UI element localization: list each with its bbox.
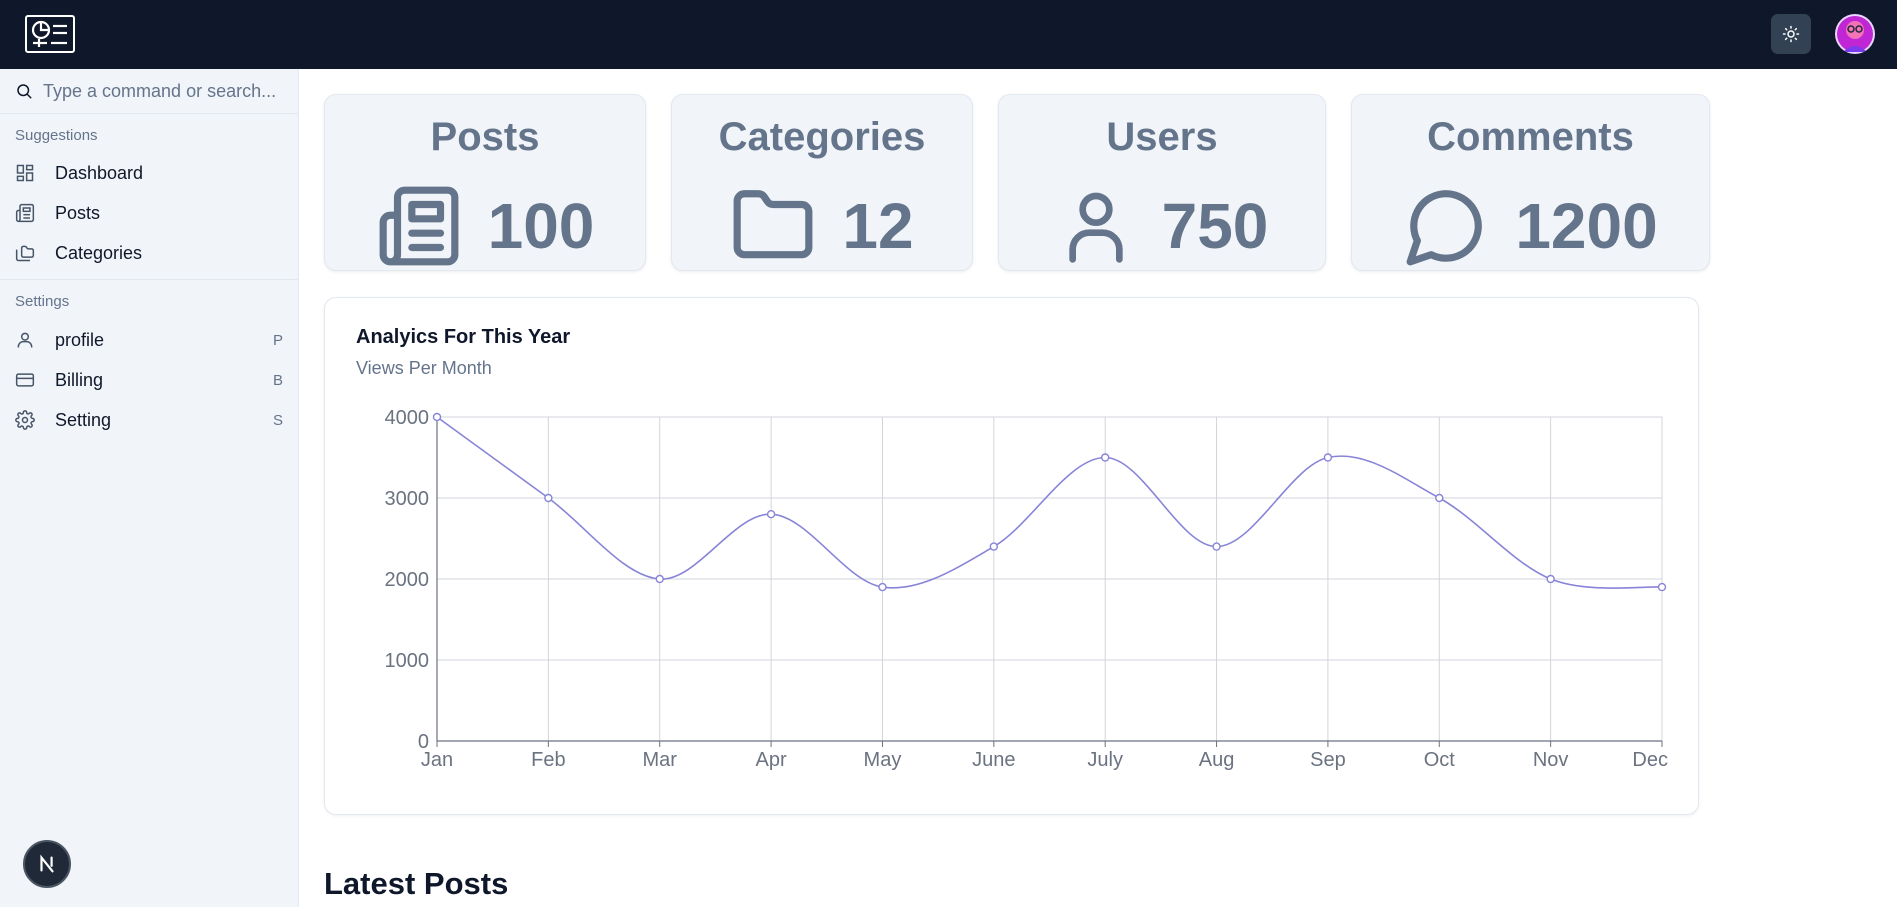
data-point[interactable] [544, 493, 553, 503]
sidebar-item-label: Categories [55, 242, 143, 263]
x-tick-label: Sep [1310, 749, 1346, 771]
stat-card-users: Users 750 [998, 94, 1326, 271]
top-navbar [0, 0, 1897, 69]
analytics-chart-card: Analyics For This Year Views Per Month 0… [324, 297, 1699, 815]
data-point[interactable] [766, 509, 776, 519]
dashboard-icon [15, 163, 35, 183]
search-icon [17, 84, 32, 99]
command-sidebar: Suggestions Dashboard Posts Categories [0, 69, 299, 907]
stat-value: 12 [842, 190, 914, 262]
stat-title: Posts [430, 115, 540, 159]
x-tick-label: Dec [1632, 749, 1668, 771]
data-point[interactable] [989, 542, 999, 551]
sidebar-item-setting[interactable]: Setting S [0, 401, 298, 439]
folders-icon [15, 243, 35, 263]
x-tick-label: May [864, 749, 902, 771]
sun-icon [1782, 25, 1800, 43]
data-point[interactable] [1546, 574, 1555, 584]
user-icon [15, 330, 35, 350]
credit-card-icon [15, 370, 35, 390]
gear-icon [15, 410, 35, 430]
folder-icon [733, 190, 813, 259]
stat-value: 1200 [1515, 190, 1658, 262]
x-tick-label: June [972, 749, 1015, 771]
nextjs-logo-icon [40, 854, 54, 873]
sidebar-item-label: profile [55, 329, 105, 350]
data-point[interactable] [878, 582, 887, 592]
x-tick-label: Oct [1424, 749, 1456, 771]
y-tick-label: 3000 [385, 488, 430, 510]
stat-card-posts: Posts 100 [324, 94, 646, 271]
message-circle-icon [1406, 190, 1483, 266]
x-tick-label: Nov [1533, 749, 1569, 771]
x-tick-label: Aug [1199, 749, 1235, 771]
command-search-input[interactable] [43, 80, 293, 102]
sidebar-item-label: Dashboard [55, 162, 144, 183]
user-avatar[interactable] [1835, 14, 1875, 54]
dashboard-logo-icon [31, 20, 67, 47]
data-point[interactable] [1657, 582, 1667, 592]
newspaper-icon [15, 203, 35, 223]
settings-group-label: Settings [15, 293, 70, 310]
stat-value: 100 [487, 190, 595, 262]
views-line-chart: 01000200030004000Jan Feb Mar Apr May June July… [385, 407, 1669, 771]
shortcut-hint: B [272, 371, 283, 389]
sidebar-item-dashboard[interactable]: Dashboard [0, 154, 298, 192]
user-icon [1068, 192, 1123, 263]
data-point[interactable] [1100, 453, 1110, 462]
stat-title: Categories [718, 115, 926, 159]
x-tick-label: Mar [643, 749, 678, 771]
data-point[interactable] [1323, 453, 1333, 462]
stat-title: Comments [1427, 115, 1634, 159]
stat-card-comments: Comments 1200 [1351, 94, 1710, 271]
x-tick-label: Apr [756, 749, 787, 771]
series-line-views [436, 416, 1663, 589]
app-logo[interactable] [25, 15, 75, 53]
theme-toggle-button[interactable] [1771, 14, 1811, 54]
x-tick-label: Jan [421, 749, 453, 771]
sidebar-item-label: Billing [55, 369, 104, 390]
data-point[interactable] [432, 412, 442, 422]
data-point[interactable] [655, 574, 664, 584]
stat-value: 750 [1161, 190, 1269, 262]
suggestions-group-label: Suggestions [15, 127, 98, 144]
data-point[interactable] [1435, 493, 1444, 503]
sidebar-item-profile[interactable]: profile P [0, 321, 298, 359]
sidebar-item-posts[interactable]: Posts [0, 194, 298, 232]
y-tick-label: 1000 [385, 650, 430, 672]
data-point[interactable] [1212, 542, 1221, 551]
stat-card-categories: Categories 12 [671, 94, 973, 271]
latest-posts-heading: Latest Posts [324, 866, 509, 901]
nextjs-badge[interactable] [23, 840, 71, 888]
sidebar-item-label: Posts [55, 202, 101, 223]
shortcut-hint: S [272, 411, 283, 429]
sidebar-item-billing[interactable]: Billing B [0, 361, 298, 399]
y-tick-label: 4000 [385, 407, 430, 429]
command-search [0, 69, 298, 114]
sidebar-item-label: Setting [55, 409, 112, 430]
sidebar-item-categories[interactable]: Categories [0, 234, 298, 272]
sidebar-divider [0, 279, 298, 280]
stat-title: Users [1106, 115, 1218, 159]
y-tick-label: 2000 [385, 569, 430, 591]
x-tick-label: Feb [531, 749, 565, 771]
shortcut-hint: P [272, 331, 283, 349]
newspaper-icon [379, 186, 459, 266]
x-tick-label: July [1087, 749, 1123, 771]
